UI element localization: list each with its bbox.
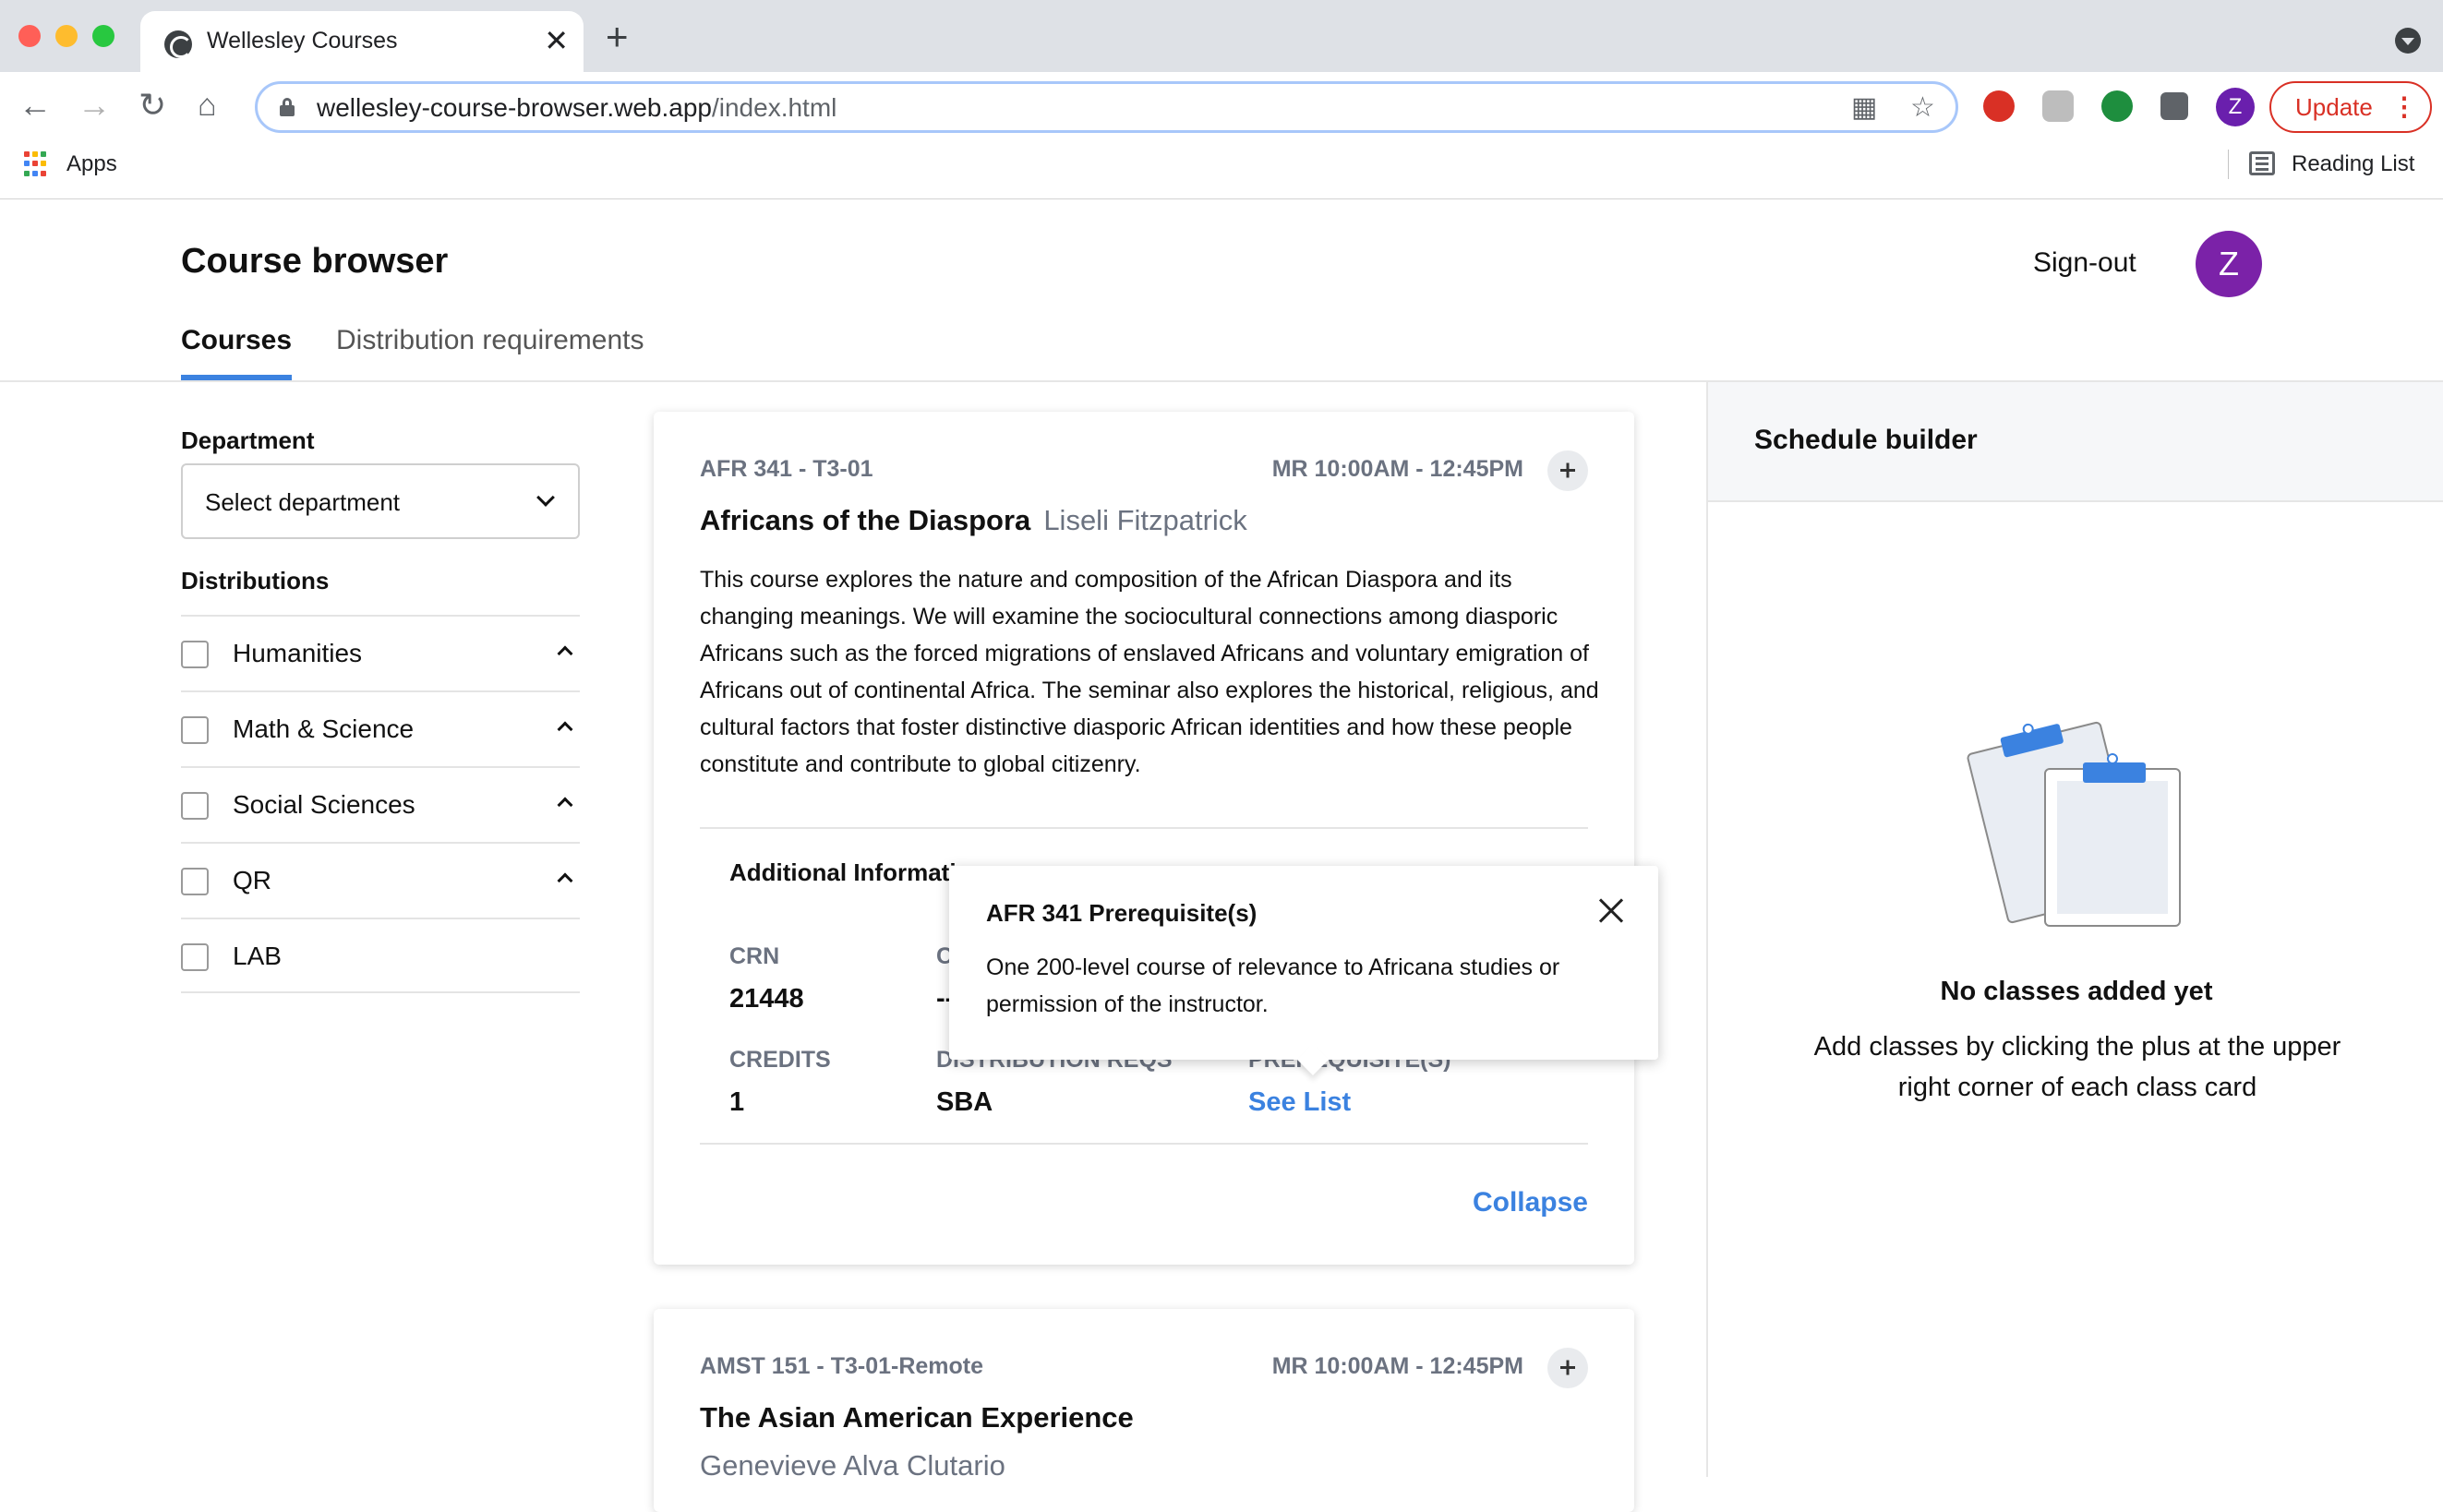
prerequisite-popover: AFR 341 Prerequisite(s) One 200-level co… <box>949 866 1658 1075</box>
apps-bookmark[interactable]: Apps <box>66 151 117 177</box>
course-professor: Genevieve Alva Clutario <box>700 1449 1005 1482</box>
close-icon[interactable] <box>1597 897 1625 925</box>
update-label: Update <box>2295 93 2373 121</box>
lab-checkbox[interactable] <box>181 943 209 971</box>
course-title: Africans of the Diaspora Liseli Fitzpatri… <box>700 504 1247 537</box>
clipboard-icon <box>2044 753 2181 927</box>
bookmark-star-icon[interactable]: ☆ <box>1910 91 1935 124</box>
distribution-item-social-sciences[interactable]: Social Sciences <box>181 766 580 842</box>
tab-courses[interactable]: Courses <box>181 325 292 356</box>
math-science-checkbox[interactable] <box>181 716 209 744</box>
forward-icon[interactable]: → <box>78 87 111 124</box>
browser-toolbar: ← → ↻ ⌂ wellesley-course-browser.web.app… <box>0 72 2443 142</box>
signout-button[interactable]: Sign-out <box>2033 247 2136 279</box>
tab-distribution-requirements[interactable]: Distribution requirements <box>336 325 644 356</box>
tab-title: Wellesley Courses <box>207 28 398 54</box>
card-divider <box>700 1143 1588 1145</box>
qr-checkbox[interactable] <box>181 868 209 895</box>
course-title: The Asian American Experience <box>700 1401 1134 1434</box>
browser-tab[interactable]: Wellesley Courses ✕ <box>140 11 584 72</box>
url-text: wellesley-course-browser.web.app/index.h… <box>317 93 837 122</box>
course-time: MR 10:00AM - 12:45PM <box>1271 1353 1523 1379</box>
chevron-up-icon[interactable] <box>557 797 573 813</box>
empty-state-subtitle: Add classes by clicking the plus at the … <box>1813 1032 2341 1102</box>
course-time: MR 10:00AM - 12:45PM <box>1271 456 1523 482</box>
address-bar[interactable]: wellesley-course-browser.web.app/index.h… <box>255 81 1958 133</box>
user-avatar[interactable]: Z <box>2196 231 2262 297</box>
chat-extension-icon[interactable] <box>2101 90 2133 122</box>
new-tab-icon[interactable]: + <box>606 18 629 56</box>
popover-title: AFR 341 Prerequisite(s) <box>986 899 1258 927</box>
distributions-label: Distributions <box>181 567 330 594</box>
bookmark-divider <box>2228 150 2229 179</box>
schedule-builder-title: Schedule builder <box>1754 425 1978 455</box>
distribution-label: LAB <box>233 942 282 970</box>
credits-value: 1 <box>729 1087 745 1117</box>
popover-body: One 200-level course of relevance to Afr… <box>986 954 1560 1017</box>
chevron-down-icon <box>536 488 555 507</box>
browser-profile-avatar[interactable]: Z <box>2216 88 2255 126</box>
distribution-label: QR <box>233 866 271 894</box>
see-list-link[interactable]: See List <box>1248 1087 1351 1118</box>
department-select[interactable]: Select department <box>181 463 580 539</box>
social-sciences-checkbox[interactable] <box>181 792 209 820</box>
back-icon[interactable]: ← <box>18 87 52 124</box>
course-card: AMST 151 - T3-01-Remote MR 10:00AM - 12:… <box>654 1309 1634 1512</box>
course-title-text: Africans of the Diaspora <box>700 504 1031 536</box>
extension-icon[interactable] <box>2042 90 2074 122</box>
home-icon[interactable]: ⌂ <box>198 87 217 124</box>
add-course-button[interactable] <box>1547 1348 1588 1388</box>
distribution-item-lab[interactable]: LAB <box>181 918 580 993</box>
distributions-list: Humanities Math & Science Social Science… <box>181 615 580 993</box>
crn-label: CRN <box>729 943 780 969</box>
page-title: Course browser <box>181 242 449 281</box>
bookmarks-bar: Apps Reading List <box>0 142 2443 199</box>
reload-icon[interactable]: ↻ <box>138 87 166 124</box>
course-description: This course explores the nature and comp… <box>700 567 1599 777</box>
distribution-item-qr[interactable]: QR <box>181 842 580 918</box>
crn-value: 21448 <box>729 984 804 1014</box>
reading-list-icon[interactable] <box>2249 151 2275 175</box>
humanities-checkbox[interactable] <box>181 641 209 668</box>
distribution-label: Humanities <box>233 639 363 667</box>
kebab-menu-icon: ⋮ <box>2391 92 2417 121</box>
browser-tabstrip: Wellesley Courses ✕ + <box>0 0 2443 72</box>
card-divider <box>700 827 1588 829</box>
course-card: AFR 341 - T3-01 MR 10:00AM - 12:45PM Afr… <box>654 412 1634 1265</box>
chevron-up-icon[interactable] <box>557 872 573 889</box>
qr-code-icon[interactable]: ▦ <box>1851 91 1877 124</box>
adblock-extension-icon[interactable] <box>1983 90 2015 122</box>
course-professor: Liseli Fitzpatrick <box>1043 504 1247 536</box>
distribution-label: Math & Science <box>233 714 415 743</box>
window-zoom-dot[interactable] <box>92 25 114 47</box>
chevron-up-icon[interactable] <box>557 645 573 662</box>
distribution-reqs-value: SBA <box>936 1087 993 1117</box>
additional-info-heading[interactable]: Additional Informati <box>729 858 957 887</box>
tab-search-icon[interactable] <box>2395 28 2421 54</box>
empty-state-title: No classes added yet <box>1940 977 2213 1006</box>
distribution-label: Social Sciences <box>233 790 415 819</box>
chevron-up-icon[interactable] <box>557 721 573 738</box>
lock-icon[interactable] <box>280 98 295 116</box>
schedule-builder-header: Schedule builder <box>1708 382 2443 502</box>
puzzle-extensions-icon[interactable] <box>2160 92 2188 120</box>
course-code: AFR 341 - T3-01 <box>700 456 873 482</box>
credits-label: CREDITS <box>729 1047 831 1073</box>
window-minimize-dot[interactable] <box>55 25 78 47</box>
department-label: Department <box>181 426 315 454</box>
add-course-button[interactable] <box>1547 450 1588 491</box>
collapse-button[interactable]: Collapse <box>1473 1187 1588 1218</box>
window-close-dot[interactable] <box>18 25 41 47</box>
department-select-value: Select department <box>205 488 401 516</box>
update-button[interactable]: Update ⋮ <box>2269 81 2432 133</box>
apps-grid-icon[interactable] <box>24 151 50 177</box>
close-tab-icon[interactable]: ✕ <box>544 24 569 57</box>
distribution-item-math-science[interactable]: Math & Science <box>181 690 580 766</box>
course-code: AMST 151 - T3-01-Remote <box>700 1353 984 1379</box>
reading-list-button[interactable]: Reading List <box>2292 151 2414 177</box>
schedule-builder-panel: Schedule builder No classes added yet Ad… <box>1706 382 2443 1477</box>
distribution-item-humanities[interactable]: Humanities <box>181 615 580 690</box>
globe-icon <box>164 30 192 58</box>
